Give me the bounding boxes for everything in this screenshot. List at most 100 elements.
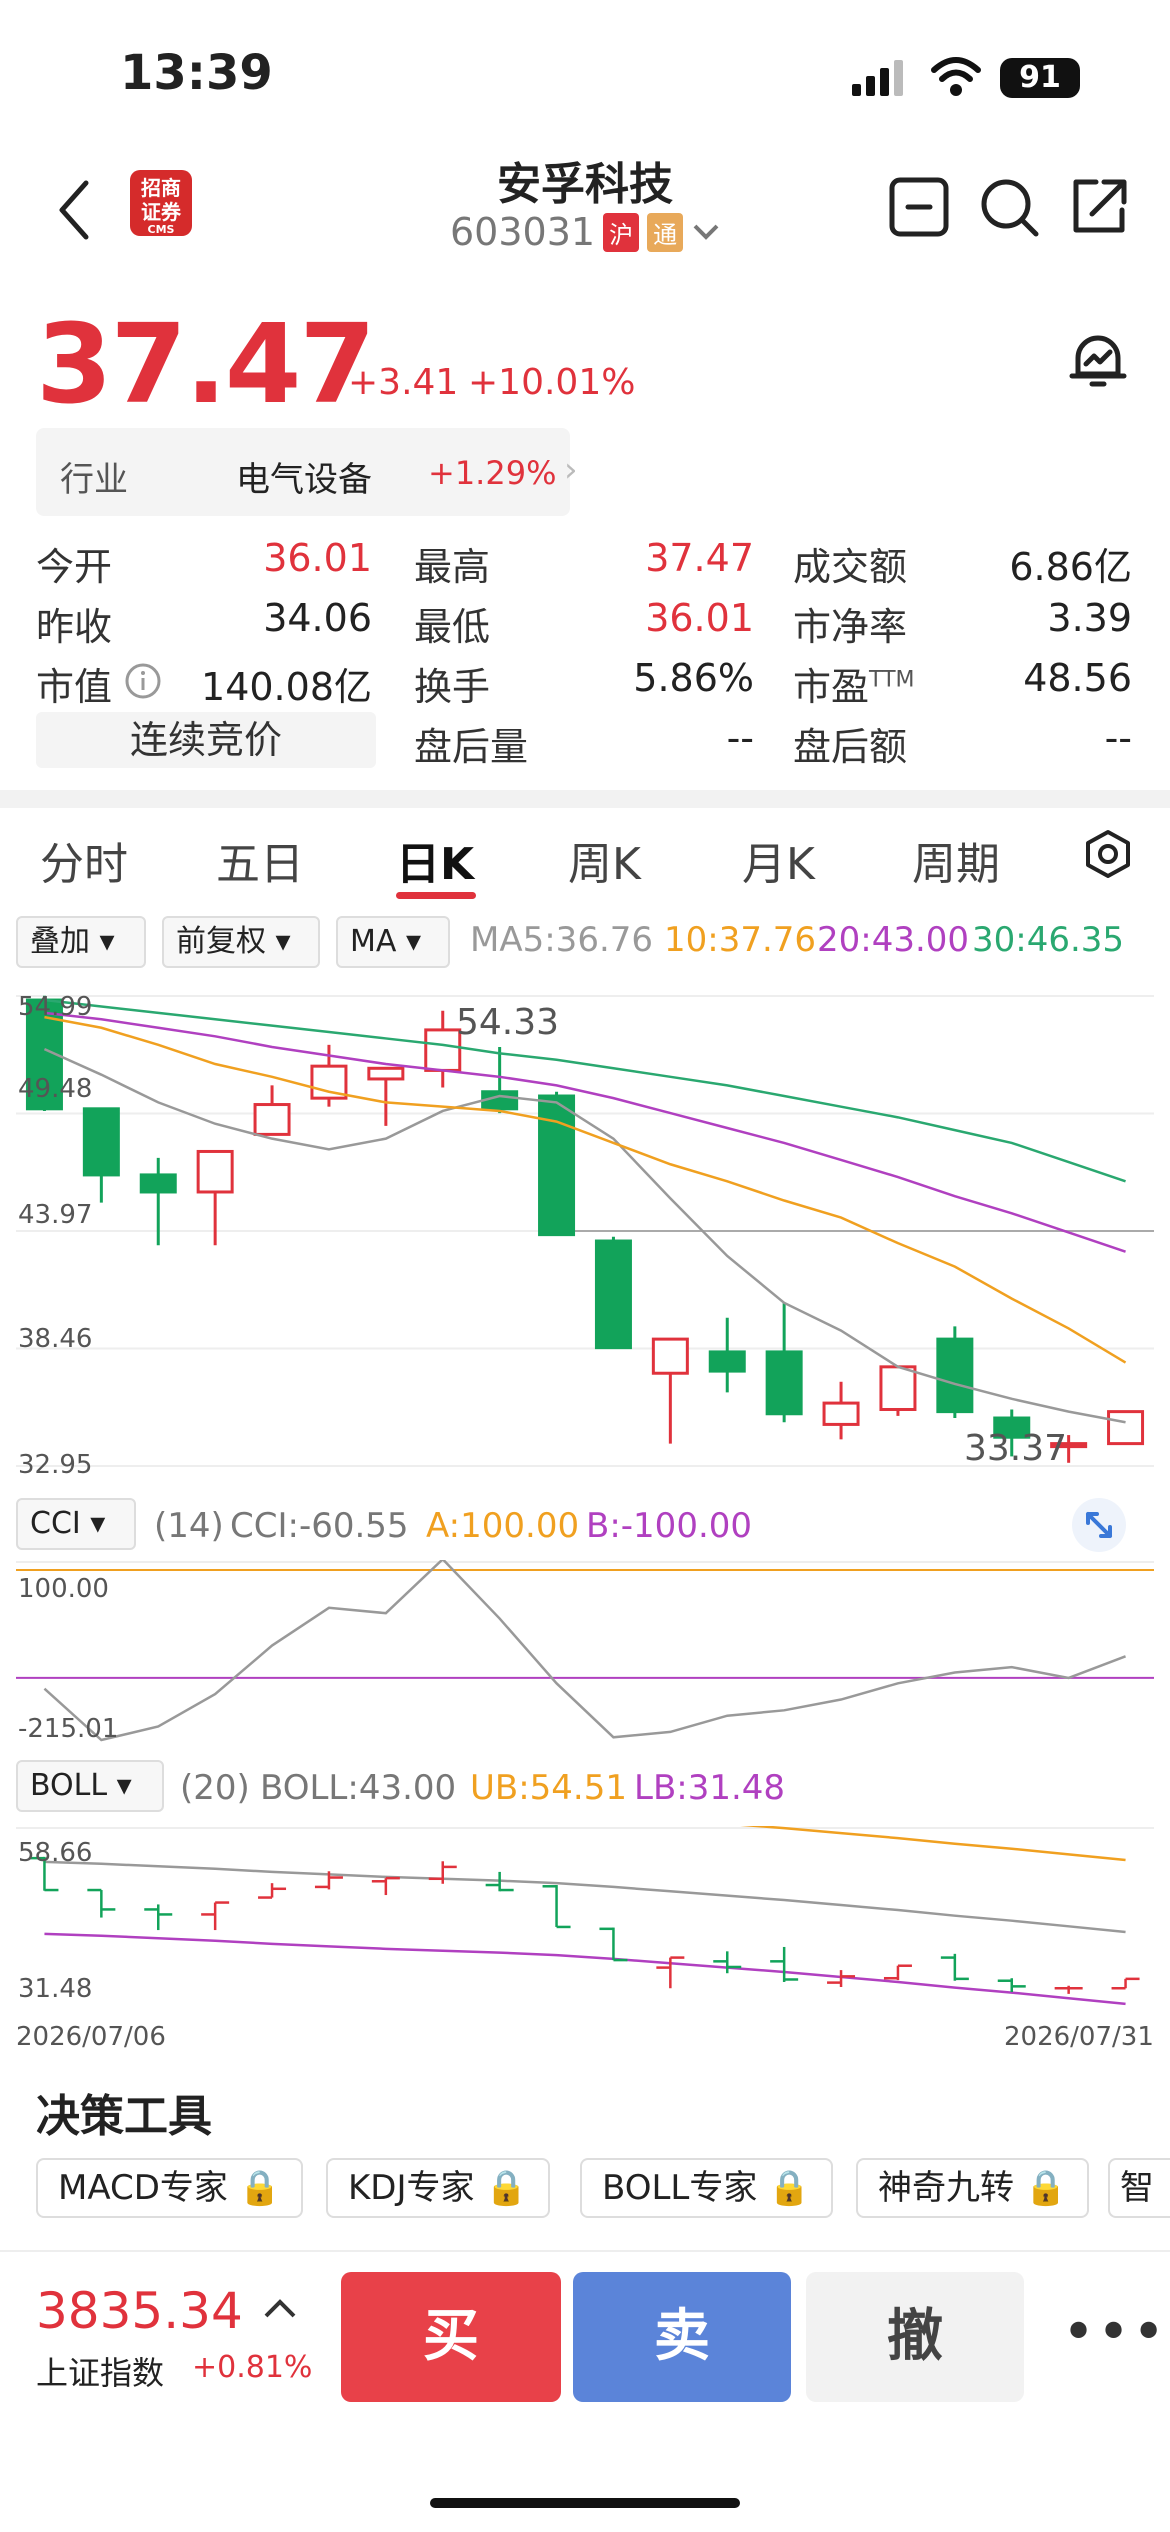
status-time: 13:39 xyxy=(120,45,273,101)
price-change: +3.41 xyxy=(348,362,459,403)
tab-daily-k[interactable]: 日K xyxy=(396,828,474,892)
candle-body xyxy=(253,1103,291,1136)
share-icon[interactable] xyxy=(1068,176,1130,238)
tab-five-day[interactable]: 五日 xyxy=(216,828,304,892)
index-value[interactable]: 3835.34 xyxy=(36,2282,243,2340)
adjust-dropdown[interactable]: 前复权 ▾ xyxy=(162,916,320,968)
kline-chart[interactable] xyxy=(16,990,1154,1480)
boll-value: BOLL:43.00 xyxy=(260,1768,457,1808)
industry-name: 电气设备 xyxy=(236,460,372,500)
cci-axis-bottom: -215.01 xyxy=(18,1714,119,1744)
connect-tag: 通 xyxy=(647,212,684,252)
chevron-down-icon xyxy=(693,224,719,240)
boll-mid-line xyxy=(44,1860,1126,1934)
industry-row[interactable]: 行业 电气设备 +1.29% › xyxy=(36,428,578,516)
open-value: 36.01 xyxy=(263,536,372,580)
cci-a-value: A:100.00 xyxy=(426,1506,580,1546)
tool-macd[interactable]: MACD专家 🔒 xyxy=(36,2158,304,2218)
home-indicator xyxy=(430,2498,740,2508)
cci-b-value: B:-100.00 xyxy=(586,1506,753,1546)
y-axis-label-4: 38.46 xyxy=(18,1324,93,1354)
boll-axis-bottom: 31.48 xyxy=(18,1974,93,2004)
candle-body xyxy=(708,1350,746,1373)
buy-button[interactable]: 买 xyxy=(341,2272,561,2402)
tab-weekly-k[interactable]: 周K xyxy=(568,828,641,892)
index-pct: +0.81% xyxy=(192,2350,313,2385)
mcap-label: 市值 xyxy=(36,665,113,709)
expand-icon[interactable] xyxy=(1070,1496,1128,1554)
boll-axis-top: 58.66 xyxy=(18,1838,93,1868)
indicator-dropdown[interactable]: MA ▾ xyxy=(336,916,450,968)
settings-icon[interactable] xyxy=(1084,828,1132,880)
cancel-order-button[interactable]: 撤 xyxy=(806,2272,1024,2402)
y-axis-label-3: 43.97 xyxy=(18,1200,93,1230)
tool-kdj[interactable]: KDJ专家 🔒 xyxy=(326,2158,550,2218)
minus-box-icon[interactable] xyxy=(888,176,950,238)
candle-body xyxy=(594,1239,632,1350)
pe-label: 市盈TTM xyxy=(793,665,915,709)
boll-upper-line xyxy=(740,1826,1126,1862)
price-change-pct: +10.01% xyxy=(468,362,636,403)
date-start: 2026/07/06 xyxy=(16,2022,166,2052)
after-amt-label: 盘后额 xyxy=(793,725,908,769)
high-value: 37.47 xyxy=(645,536,754,580)
overlay-dropdown[interactable]: 叠加 ▾ xyxy=(16,916,146,968)
candle-body xyxy=(424,1028,462,1072)
wifi-icon xyxy=(931,57,981,96)
candle-body xyxy=(367,1066,405,1081)
battery-indicator: 91 xyxy=(1000,58,1080,98)
ma10-value: 10:37.76 xyxy=(664,920,817,960)
boll-dropdown[interactable]: BOLL ▾ xyxy=(16,1760,164,1812)
tab-period[interactable]: 周期 xyxy=(912,828,1000,892)
cci-value: CCI:-60.55 xyxy=(230,1506,409,1546)
tool-smart[interactable]: 智 xyxy=(1108,2158,1170,2218)
boll-lb: LB:31.48 xyxy=(634,1768,786,1808)
stock-code-row[interactable]: 603031 沪 通 xyxy=(450,210,721,254)
boll-params: (20) xyxy=(180,1768,250,1808)
high-label: 最高 xyxy=(414,545,491,589)
pb-label: 市净率 xyxy=(793,605,908,649)
alert-bell-icon[interactable] xyxy=(1068,330,1128,394)
chevron-right-icon: › xyxy=(564,450,578,490)
section-divider xyxy=(0,790,1170,808)
boll-chart[interactable] xyxy=(16,1826,1154,2016)
industry-pct: +1.29% xyxy=(428,454,557,492)
prev-close-value: 34.06 xyxy=(263,596,372,640)
after-vol-value: -- xyxy=(726,716,754,760)
candle-body xyxy=(538,1094,576,1237)
more-icon[interactable]: ••• xyxy=(1062,2300,1167,2365)
auction-status: 连续竞价 xyxy=(36,712,376,768)
candle-body xyxy=(879,1365,917,1411)
sell-button[interactable]: 卖 xyxy=(573,2272,791,2402)
cci-chart[interactable] xyxy=(16,1560,1154,1760)
candle-body xyxy=(936,1337,974,1414)
pe-value: 48.56 xyxy=(1023,656,1132,700)
cci-axis-top: 100.00 xyxy=(18,1574,109,1604)
tab-monthly-k[interactable]: 月K xyxy=(742,828,815,892)
low-label: 最低 xyxy=(414,605,491,649)
candle-body xyxy=(651,1337,689,1375)
tab-intraday[interactable]: 分时 xyxy=(40,828,128,892)
cci-dropdown[interactable]: CCI ▾ xyxy=(16,1498,136,1550)
low-value: 36.01 xyxy=(645,596,754,640)
search-icon[interactable] xyxy=(978,176,1042,240)
boll-lower-line xyxy=(44,1932,1126,2006)
date-end: 2026/07/31 xyxy=(1004,2022,1154,2052)
candle-body xyxy=(765,1350,803,1416)
chevron-up-icon[interactable] xyxy=(262,2296,298,2320)
info-icon[interactable] xyxy=(124,662,162,700)
ma5-value: MA5:36.76 xyxy=(470,920,654,960)
candle-body xyxy=(82,1107,120,1177)
low-marker-label: 33.37 xyxy=(964,1428,1068,1469)
tool-boll[interactable]: BOLL专家 🔒 xyxy=(580,2158,833,2218)
after-vol-label: 盘后量 xyxy=(414,725,529,769)
current-price: 37.47 xyxy=(36,300,376,428)
candle-body xyxy=(822,1401,860,1426)
tool-magic-nine[interactable]: 神奇九转 🔒 xyxy=(856,2158,1090,2218)
candle-body xyxy=(139,1173,177,1194)
prev-close-label: 昨收 xyxy=(36,605,113,649)
turnover-value: 5.86% xyxy=(633,656,754,700)
ma30-value: 30:46.35 xyxy=(972,920,1125,960)
candle-body xyxy=(1107,1410,1145,1446)
index-name: 上证指数 xyxy=(36,2354,165,2392)
